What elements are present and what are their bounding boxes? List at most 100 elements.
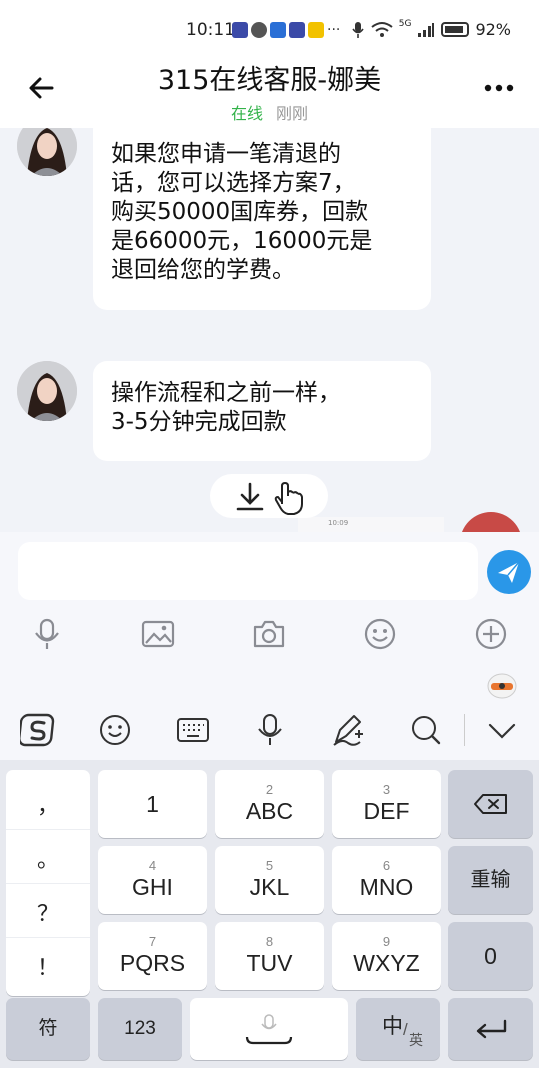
- language-switch-key[interactable]: 中 / 英: [356, 998, 440, 1060]
- message-text-line: 如果您申请一笔清退的: [111, 141, 341, 167]
- symbols-key[interactable]: 符: [6, 998, 90, 1060]
- voice-input-icon[interactable]: [252, 712, 288, 748]
- lang-sub-label: 英: [409, 1032, 423, 1048]
- message-bubble[interactable]: 如果您申请一笔清退的 话，您可以选择方案7， 购买50000国库券，回款 是66…: [93, 128, 431, 310]
- key-main-label: DEF: [363, 798, 410, 824]
- key-2[interactable]: 2 ABC: [215, 770, 324, 838]
- key-main-label: ABC: [245, 798, 294, 824]
- network-type: 5G: [398, 18, 412, 29]
- composer: [0, 532, 539, 662]
- chat-messages[interactable]: 如果您申请一笔清退的 话，您可以选择方案7， 购买50000国库券，回款 是66…: [0, 128, 539, 532]
- key-9[interactable]: 9 WXYZ: [332, 922, 441, 990]
- message-input[interactable]: [18, 542, 478, 600]
- agent-avatar[interactable]: [17, 128, 77, 176]
- punctuation-key[interactable]: ！: [6, 940, 90, 992]
- keyboard-mascot-icon[interactable]: [484, 670, 520, 700]
- more-notifications-icon: ···: [327, 22, 341, 38]
- key-8[interactable]: 8 TUV: [215, 922, 324, 990]
- handwriting-icon[interactable]: [330, 712, 366, 748]
- online-status: 在线: [230, 104, 263, 123]
- wifi-icon: [371, 21, 393, 37]
- key-sub-label: 3: [382, 782, 391, 797]
- battery-icon: [441, 22, 470, 37]
- keyboard-icon[interactable]: [175, 712, 211, 748]
- message-text-line: 3-5分钟完成回款: [111, 409, 287, 435]
- chat-title: 315在线客服-娜美: [157, 65, 382, 96]
- key-main-label: 1: [146, 791, 159, 817]
- retype-key[interactable]: 重输: [448, 846, 533, 914]
- plus-icon[interactable]: [473, 616, 509, 652]
- punctuation-key[interactable]: ，: [6, 778, 90, 830]
- key-4[interactable]: 4 GHI: [98, 846, 207, 914]
- status-time: 10:11: [186, 20, 235, 40]
- agent-avatar[interactable]: [17, 361, 77, 421]
- key-6[interactable]: 6 MNO: [332, 846, 441, 914]
- mail-notification-icon: [308, 22, 324, 38]
- retype-label: 重输: [470, 869, 511, 891]
- system-status: 5G 92%: [351, 18, 511, 39]
- message-text-line: 是66000元，16000元是: [111, 228, 373, 254]
- key-sub-label: 7: [148, 934, 157, 949]
- key-sub-label: 5: [265, 858, 274, 873]
- enter-icon: [476, 1019, 506, 1039]
- key-0[interactable]: 0: [448, 922, 533, 990]
- key-main-label: PQRS: [119, 950, 186, 976]
- agent-portrait-icon: [17, 128, 77, 176]
- key-sub-label: 2: [265, 782, 274, 797]
- punctuation-key[interactable]: ？: [6, 886, 90, 938]
- numbers-label: 123: [124, 1018, 156, 1039]
- key-sub-label: 9: [382, 934, 391, 949]
- backspace-key[interactable]: [448, 770, 533, 838]
- sogou-logo-icon[interactable]: [20, 712, 56, 748]
- scroll-to-bottom-button[interactable]: [210, 474, 328, 518]
- key-main-label: JKL: [249, 874, 290, 900]
- image-icon[interactable]: [140, 616, 176, 652]
- status-bar: 10:11 ··· 5G 92%: [0, 0, 539, 56]
- numbers-key[interactable]: 123: [98, 998, 182, 1060]
- language-switch-glyph: 中 / 英: [368, 1006, 428, 1052]
- message-text-line: 退回给您的学费。: [111, 257, 295, 283]
- collapse-keyboard-icon[interactable]: [484, 712, 520, 748]
- battery-percent: 92%: [475, 20, 511, 39]
- message-text-line: 操作流程和之前一样，: [111, 380, 341, 406]
- message-bubble[interactable]: 操作流程和之前一样， 3-5分钟完成回款: [93, 361, 431, 461]
- key-5[interactable]: 5 JKL: [215, 846, 324, 914]
- mic-icon[interactable]: [29, 616, 65, 652]
- key-main-label: WXYZ: [353, 950, 420, 976]
- last-seen: 刚刚: [276, 104, 309, 123]
- message-text-line: 话，您可以选择方案7，: [111, 170, 356, 196]
- lang-slash: /: [403, 1020, 408, 1039]
- user-avatar[interactable]: [460, 512, 522, 532]
- keyboard-toolbar: [0, 662, 539, 760]
- app-notification-icon: [232, 22, 248, 38]
- space-key[interactable]: [190, 998, 348, 1060]
- partial-screenshot-message[interactable]: 10:09: [298, 517, 444, 532]
- chat-header: 315在线客服-娜美 在线 刚刚: [0, 56, 539, 128]
- key-1[interactable]: 1: [98, 770, 207, 838]
- presence-status: 在线 刚刚: [0, 100, 539, 124]
- t9-keyboard: ， 。 ？ ！ 1 2 ABC 3 DEF 4 GHI 5 JKL 6 MNO …: [0, 760, 539, 1068]
- toolbar-divider: [464, 714, 465, 746]
- key-3[interactable]: 3 DEF: [332, 770, 441, 838]
- camera-icon[interactable]: [251, 616, 287, 652]
- zero-label: 0: [484, 943, 497, 969]
- symbols-label: 符: [38, 1018, 58, 1039]
- space-mic-icon: [245, 1014, 293, 1045]
- signal-icon: [418, 22, 435, 37]
- key-main-label: GHI: [132, 874, 173, 900]
- punctuation-key[interactable]: 。: [6, 832, 90, 884]
- key-sub-label: 6: [382, 858, 391, 873]
- key-7[interactable]: 7 PQRS: [98, 922, 207, 990]
- key-sub-label: 8: [265, 934, 274, 949]
- app-notification-icon: [289, 22, 305, 38]
- lang-main-label: 中: [382, 1015, 403, 1038]
- more-options-icon[interactable]: [481, 76, 517, 100]
- send-icon: [498, 561, 520, 583]
- download-arrow-icon: [236, 482, 303, 515]
- search-icon[interactable]: [408, 712, 444, 748]
- send-button[interactable]: [487, 550, 531, 594]
- key-main-label: TUV: [246, 950, 293, 976]
- enter-key[interactable]: [448, 998, 533, 1060]
- emoji-icon[interactable]: [362, 616, 398, 652]
- emoji-icon[interactable]: [97, 712, 133, 748]
